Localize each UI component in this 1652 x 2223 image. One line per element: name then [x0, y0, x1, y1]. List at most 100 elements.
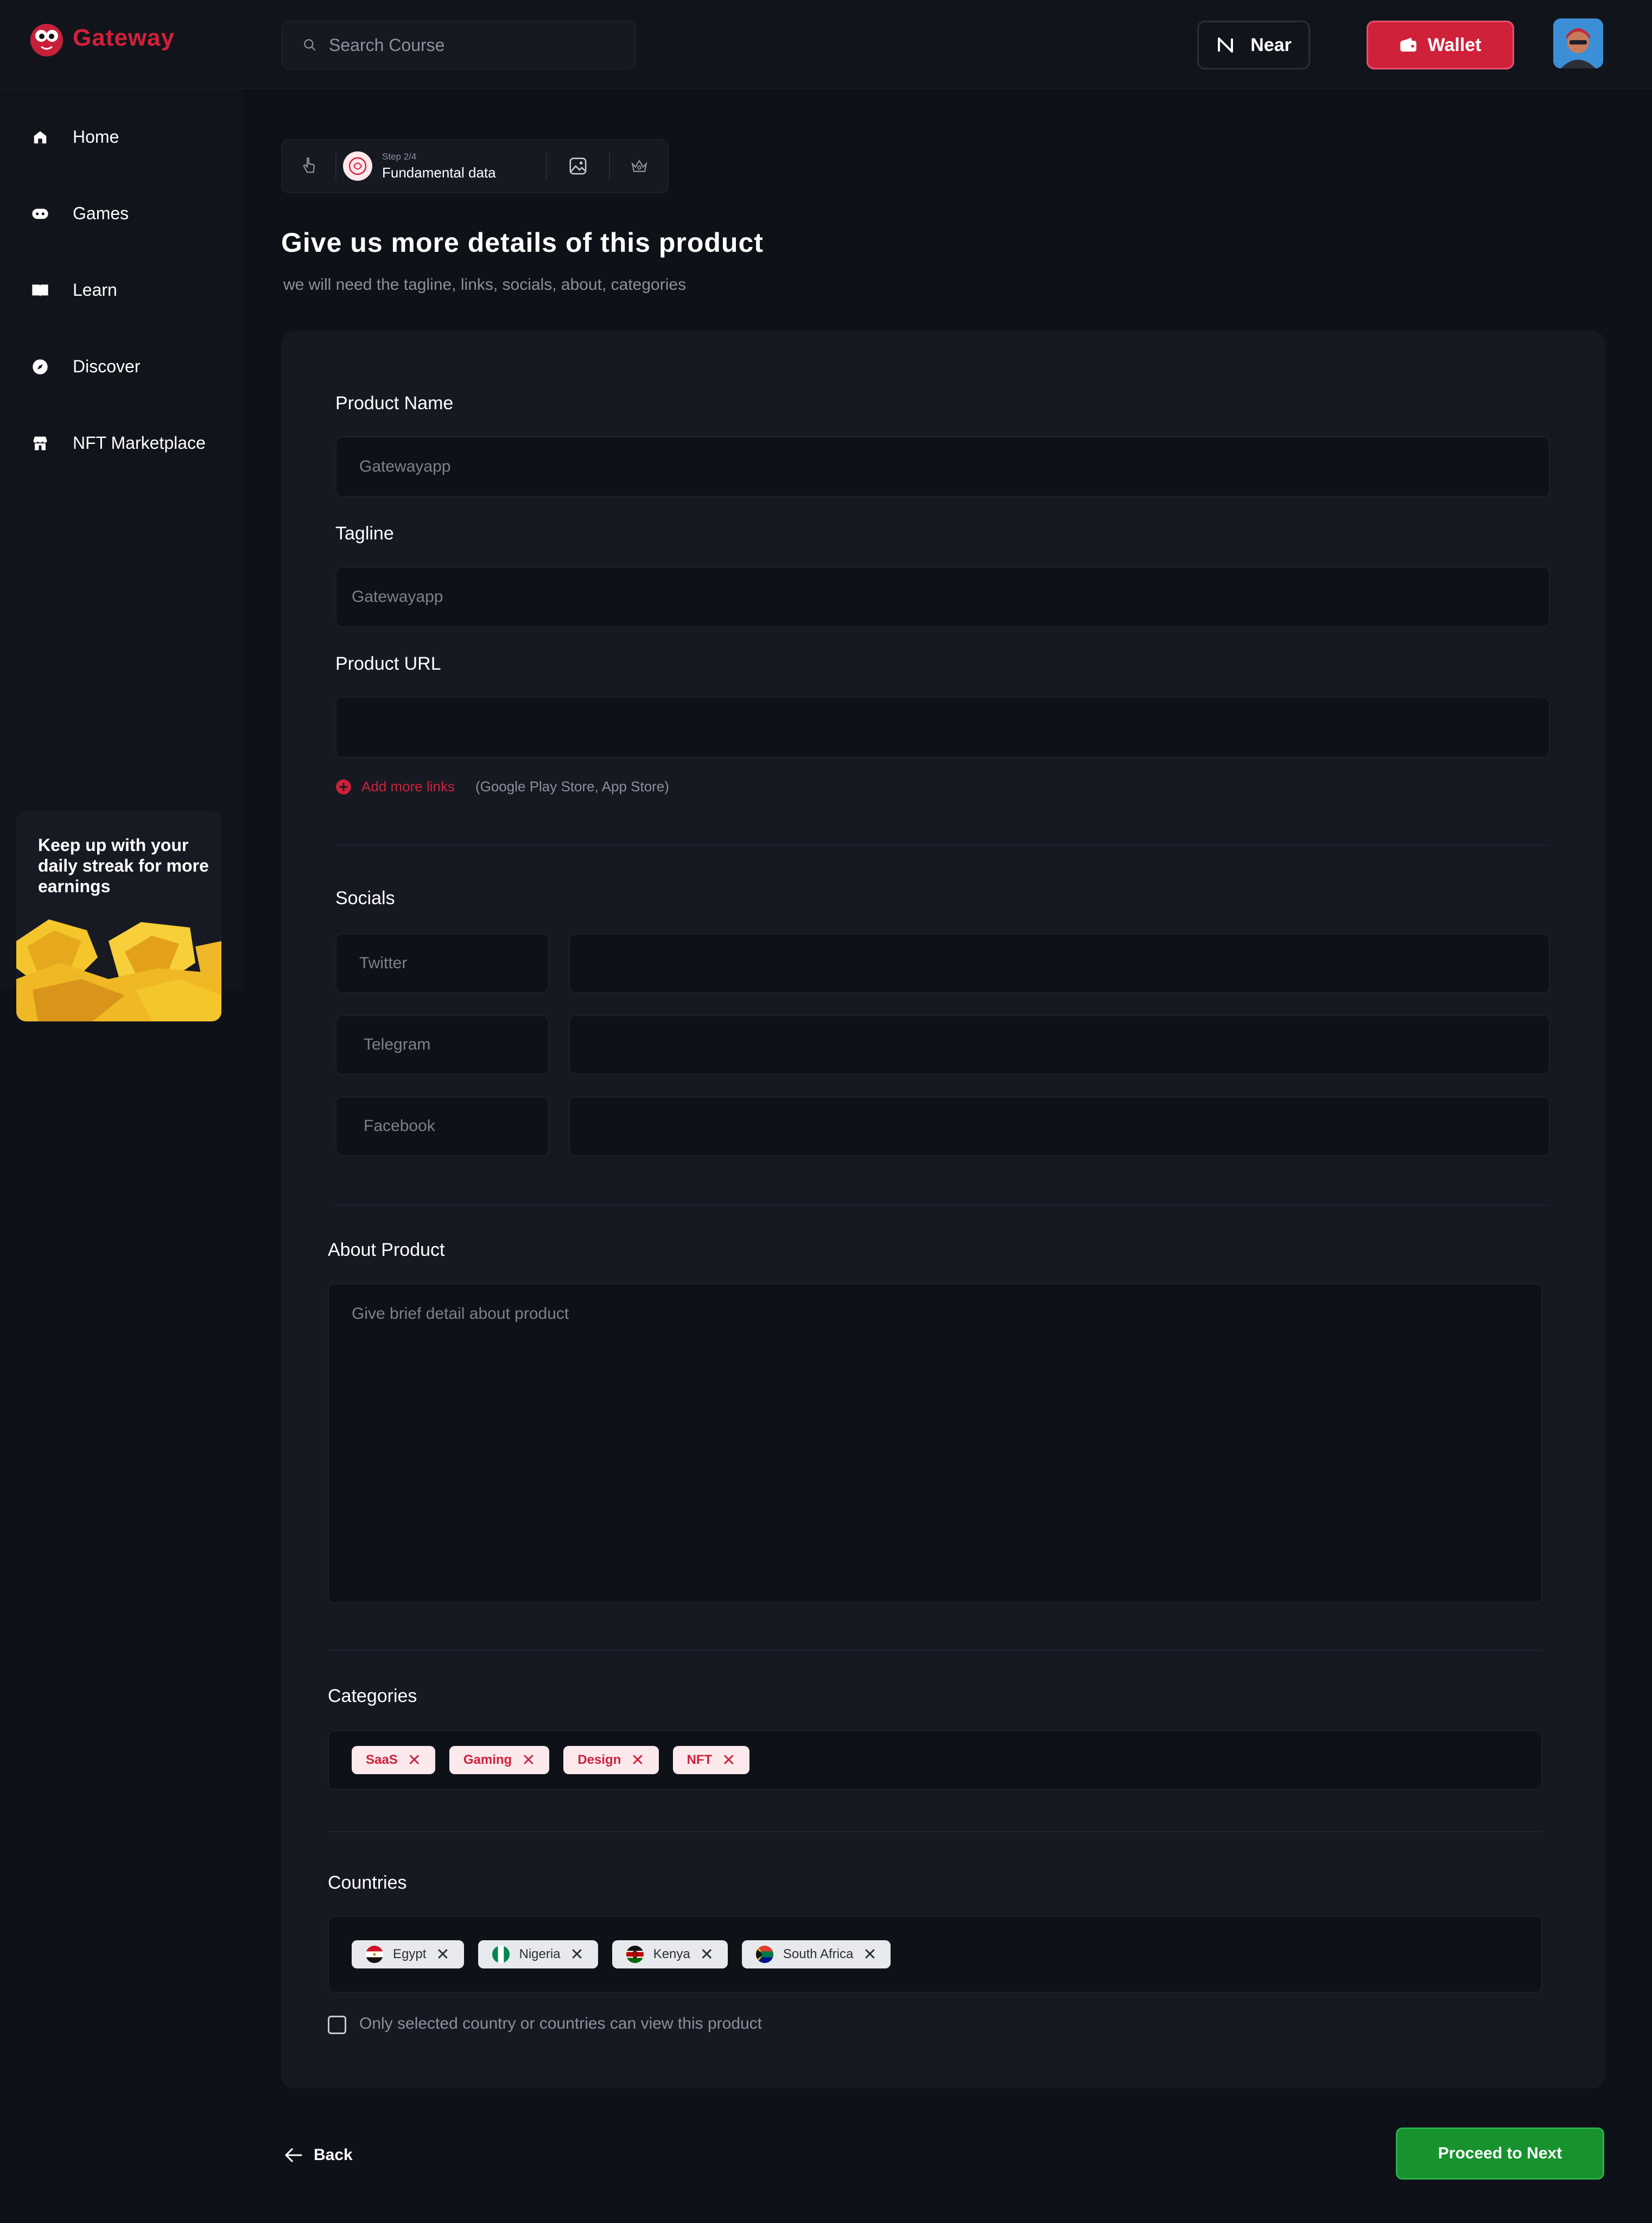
step-text: Step 2/4 Fundamental data	[382, 151, 496, 181]
sidebar-item-label: Home	[73, 127, 119, 147]
chip-label: Design	[577, 1752, 621, 1767]
about-field[interactable]	[328, 1283, 1542, 1603]
sidebar-item-discover[interactable]: Discover	[31, 357, 140, 377]
search-input[interactable]	[329, 35, 633, 55]
near-logo-icon	[1218, 37, 1234, 53]
network-button[interactable]: Near	[1197, 21, 1310, 69]
sidebar: Home Games Learn Discover NFT Marketplac…	[0, 89, 242, 1021]
step-4[interactable]	[610, 140, 669, 192]
social-name-telegram: Telegram	[335, 1015, 549, 1075]
back-label: Back	[314, 2146, 353, 2164]
add-more-links-hint: (Google Play Store, App Store)	[475, 778, 669, 795]
chip-label: Gaming	[463, 1752, 512, 1767]
close-icon[interactable]: ✕	[700, 1945, 714, 1964]
category-chip[interactable]: NFT ✕	[672, 1746, 750, 1774]
add-circle-icon	[336, 779, 351, 795]
proceed-button[interactable]: Proceed to Next	[1396, 2127, 1604, 2180]
social-name-label: Telegram	[364, 1036, 431, 1053]
wallet-label: Wallet	[1427, 34, 1482, 55]
home-icon	[31, 129, 49, 146]
countries-label: Countries	[328, 1872, 407, 1893]
back-button[interactable]: Back	[284, 2146, 353, 2164]
avatar-image	[1553, 18, 1603, 68]
search-bar[interactable]	[281, 21, 636, 69]
about-label: About Product	[328, 1240, 445, 1260]
facebook-link-input[interactable]	[593, 1117, 1549, 1135]
close-icon[interactable]: ✕	[522, 1751, 535, 1770]
step-label: Step 2/4	[382, 151, 417, 162]
product-url-input[interactable]	[359, 718, 1549, 736]
wallet-icon	[1400, 37, 1416, 52]
close-icon[interactable]: ✕	[570, 1945, 584, 1964]
sidebar-item-learn[interactable]: Learn	[31, 280, 117, 300]
restrict-countries-label: Only selected country or countries can v…	[359, 2015, 763, 2033]
user-avatar[interactable]	[1553, 18, 1603, 68]
south-africa-flag-icon	[755, 1946, 773, 1963]
country-chip[interactable]: South Africa ✕	[741, 1940, 891, 1968]
section-divider	[335, 844, 1550, 846]
close-icon[interactable]: ✕	[722, 1751, 735, 1770]
country-chip[interactable]: Kenya ✕	[612, 1940, 728, 1968]
close-icon[interactable]: ✕	[408, 1751, 421, 1770]
sidebar-item-nft-marketplace[interactable]: NFT Marketplace	[31, 433, 206, 453]
nigeria-flag-icon	[492, 1946, 510, 1963]
close-icon[interactable]: ✕	[436, 1945, 449, 1964]
telegram-link-input[interactable]	[593, 1036, 1549, 1054]
chip-label: Egypt	[393, 1947, 427, 1961]
about-textarea[interactable]	[352, 1305, 1541, 1576]
telegram-link-field[interactable]	[569, 1015, 1550, 1075]
close-icon[interactable]: ✕	[863, 1945, 876, 1964]
app-name: Gateway	[73, 24, 175, 51]
countries-field[interactable]: Egypt ✕ Nigeria ✕ Kenya ✕ South Africa ✕	[328, 1916, 1542, 1993]
twitter-link-input[interactable]	[593, 954, 1549, 973]
category-chip[interactable]: Gaming ✕	[449, 1746, 550, 1774]
add-more-links[interactable]: Add more links (Google Play Store, App S…	[335, 778, 669, 795]
product-name-input[interactable]	[359, 458, 1549, 476]
streak-promo-card[interactable]: Keep up with your daily streak for more …	[16, 811, 221, 1021]
gold-coins-illustration	[16, 919, 221, 1021]
sidebar-item-games[interactable]: Games	[31, 204, 129, 224]
section-divider	[328, 1831, 1542, 1832]
tagline-input[interactable]	[352, 588, 1549, 606]
network-label: Near	[1250, 34, 1292, 55]
sidebar-item-label: Learn	[73, 280, 117, 300]
category-chip[interactable]: SaaS ✕	[352, 1746, 435, 1774]
promo-text: Keep up with your daily streak for more …	[38, 835, 209, 896]
step-divider	[335, 152, 336, 180]
product-url-field[interactable]	[335, 697, 1550, 758]
step-1[interactable]	[282, 140, 335, 192]
categories-field[interactable]: SaaS ✕ Gaming ✕ Design ✕ NFT ✕	[328, 1730, 1542, 1790]
social-name-facebook: Facebook	[335, 1096, 549, 1156]
page-title: Give us more details of this product	[281, 227, 764, 258]
restrict-countries-checkbox[interactable]	[328, 2016, 346, 2034]
top-bar: Gateway Near Wallet	[0, 0, 1652, 89]
country-chip[interactable]: Egypt ✕	[352, 1940, 464, 1968]
twitter-link-field[interactable]	[569, 933, 1550, 993]
facebook-link-field[interactable]	[569, 1096, 1550, 1156]
gateway-logo-icon	[30, 24, 63, 56]
chip-label: NFT	[687, 1752, 713, 1767]
category-chip[interactable]: Design ✕	[563, 1746, 659, 1774]
step-2-active[interactable]: Step 2/4 Fundamental data	[343, 140, 549, 192]
country-chip[interactable]: Nigeria ✕	[478, 1940, 598, 1968]
crown-icon	[631, 159, 647, 173]
product-logo-icon	[343, 151, 372, 181]
compass-icon	[31, 358, 49, 376]
sidebar-item-label: NFT Marketplace	[73, 433, 206, 453]
step-title: Fundamental data	[382, 164, 496, 181]
search-icon	[304, 39, 316, 51]
sidebar-item-home[interactable]: Home	[31, 127, 119, 147]
step-3[interactable]	[547, 140, 609, 192]
progress-stepper: Step 2/4 Fundamental data	[281, 139, 669, 193]
image-icon	[569, 157, 587, 175]
add-more-links-label[interactable]: Add more links	[361, 778, 455, 795]
chip-label: Kenya	[653, 1947, 690, 1961]
page-subtitle: we will need the tagline, links, socials…	[283, 276, 687, 294]
social-name-label: Twitter	[359, 954, 408, 972]
wallet-button[interactable]: Wallet	[1367, 21, 1514, 69]
product-name-field[interactable]	[335, 436, 1550, 497]
tagline-field[interactable]	[335, 567, 1550, 627]
kenya-flag-icon	[626, 1946, 644, 1963]
close-icon[interactable]: ✕	[631, 1751, 644, 1770]
app-logo[interactable]: Gateway	[27, 18, 175, 58]
